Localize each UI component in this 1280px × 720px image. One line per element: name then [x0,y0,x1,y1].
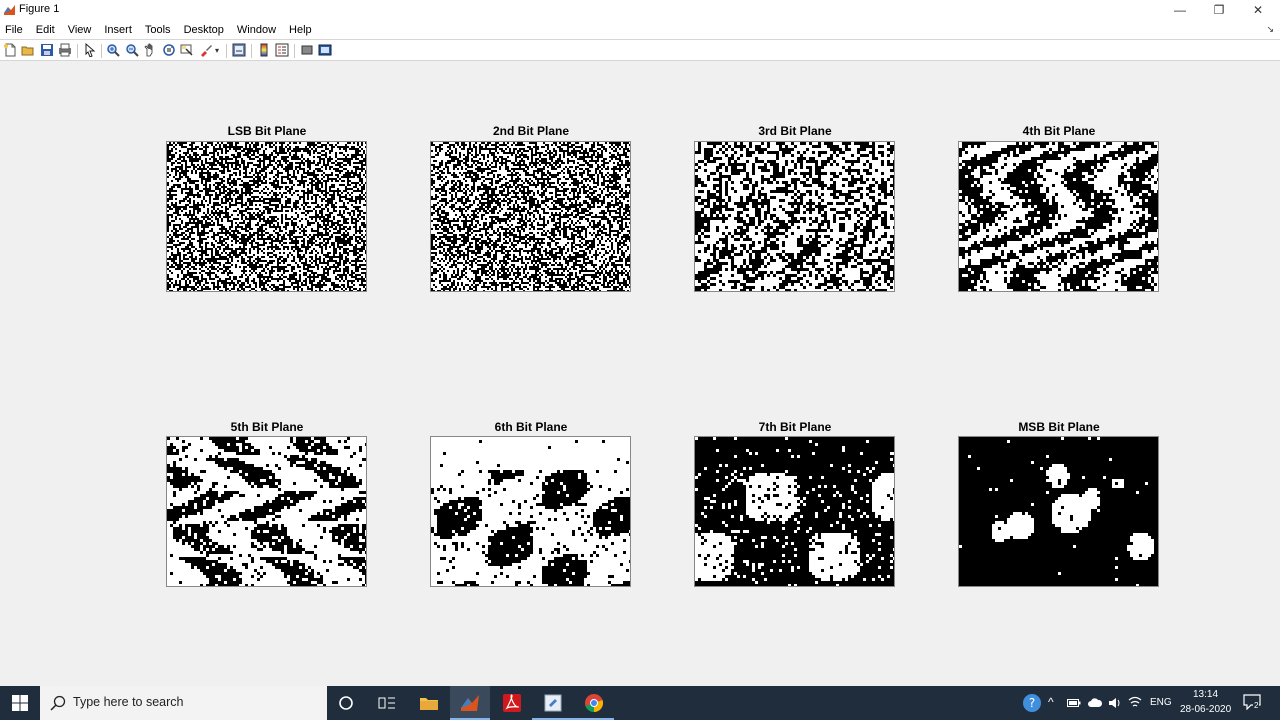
language-indicator[interactable]: ENG [1150,697,1172,708]
menu-bar: File Edit View Insert Tools Desktop Wind… [0,20,1280,39]
menu-insert[interactable]: Insert [104,24,132,36]
toolbar-separator [77,44,78,58]
subplot-title: 7th Bit Plane [758,420,832,434]
toolbar-separator [101,44,102,58]
toolbar-separator [294,44,295,58]
bit-plane-pixels [959,437,1158,586]
onedrive-cloud-icon[interactable] [1087,697,1103,708]
file-explorer-icon[interactable] [417,691,441,715]
bit-plane-image [431,440,630,586]
menu-edit[interactable]: Edit [36,24,55,36]
search-icon [50,695,66,711]
zoom-in-icon[interactable] [106,43,120,57]
subplot-image-axes[interactable] [694,141,895,292]
save-icon[interactable] [40,43,54,57]
help-bubble-icon[interactable]: ? [1020,691,1044,715]
subplot-image-axes[interactable] [694,436,895,587]
menu-window[interactable]: Window [237,24,276,36]
battery-icon[interactable] [1067,698,1081,708]
subplot-image-axes[interactable] [958,436,1159,587]
link-plot-icon[interactable] [232,43,246,57]
menu-tools[interactable]: Tools [145,24,171,36]
close-button[interactable]: ✕ [1238,0,1278,20]
insert-legend-icon[interactable] [275,43,289,57]
matlab-icon [461,695,479,711]
clock-time[interactable]: 13:14 [1193,689,1218,700]
toolbar-separator [226,44,227,58]
select-arrow-icon[interactable] [83,43,97,57]
rotate-3d-icon[interactable] [162,43,176,57]
bit-plane-image [167,142,366,291]
wifi-icon[interactable] [1128,695,1142,709]
bit-plane-image [431,142,630,291]
window-title: Figure 1 [19,3,60,15]
acrobat-icon[interactable] [500,691,524,715]
dock-figure-icon[interactable]: ↘ [1266,24,1274,35]
menu-desktop[interactable]: Desktop [184,24,224,36]
taskbar-search-box[interactable]: Type here to search [40,686,327,720]
new-figure-icon[interactable] [3,43,17,57]
notification-count: 2 [1253,701,1260,710]
subplot-title: LSB Bit Plane [227,124,307,138]
menu-file[interactable]: File [5,24,23,36]
search-placeholder: Type here to search [73,695,184,709]
cortana-icon[interactable] [334,691,358,715]
subplot-image-axes[interactable] [958,141,1159,292]
bit-plane-pixels [167,142,366,291]
windows-logo-icon [12,695,28,711]
clock-date[interactable]: 28-06-2020 [1180,704,1231,715]
brush-icon[interactable] [199,43,213,57]
bit-plane-pixels [695,142,894,291]
chrome-icon[interactable] [582,691,606,715]
bit-plane-image [695,437,894,586]
show-plot-tools-icon[interactable] [318,43,332,57]
subplot-title: 5th Bit Plane [230,420,304,434]
figure-toolbar: ▾ [0,39,1280,61]
minimize-button[interactable]: — [1160,0,1200,20]
hide-plot-tools-icon[interactable] [300,43,314,57]
subplot-image-axes[interactable] [430,436,631,587]
data-cursor-icon[interactable] [180,43,194,57]
show-hidden-icons-icon[interactable]: ^ [1048,695,1054,709]
title-bar[interactable]: Figure 1 — ❐ ✕ [0,0,1280,20]
open-file-icon[interactable] [21,43,35,57]
bit-plane-pixels [959,142,1158,291]
volume-icon[interactable] [1108,696,1122,710]
figure-canvas[interactable]: LSB Bit Plane 2nd Bit Plane 3rd Bit Plane 4… [0,62,1280,686]
print-icon[interactable] [58,43,72,57]
restore-button[interactable]: ❐ [1199,0,1239,20]
bit-plane-image [695,142,894,291]
bit-plane-pixels [167,437,366,586]
bit-plane-pixels [431,440,630,586]
subplot-image-axes[interactable] [166,141,367,292]
menu-view[interactable]: View [68,24,92,36]
figure-window: Figure 1 — ❐ ✕ File Edit View Insert Too… [0,0,1280,686]
menu-help[interactable]: Help [289,24,312,36]
subplot-title: 3rd Bit Plane [758,124,832,138]
toolbar-separator [251,44,252,58]
windows-taskbar: Type here to search ? ^ ENG 13:14 28-06-… [0,686,1280,720]
matlab-logo-icon [4,5,15,15]
subplot-title: 4th Bit Plane [1022,124,1096,138]
subplot-title: 6th Bit Plane [494,420,568,434]
subplot-title: MSB Bit Plane [1018,420,1100,434]
matlab-taskbar-button[interactable] [450,686,490,720]
start-button[interactable] [0,686,40,720]
pan-hand-icon[interactable] [143,43,157,57]
insert-colorbar-icon[interactable] [257,43,271,57]
bit-plane-image [959,437,1158,586]
bit-plane-image [167,437,366,586]
subplot-image-axes[interactable] [430,141,631,292]
subplot-image-axes[interactable] [166,436,367,587]
task-view-icon[interactable] [375,691,399,715]
bit-plane-pixels [431,142,630,291]
action-center-button[interactable]: 2 [1243,694,1263,712]
paint-app-icon[interactable] [541,691,565,715]
bit-plane-image [959,142,1158,291]
subplot-title: 2nd Bit Plane [492,124,569,138]
svg-text:?: ? [1029,696,1035,710]
bit-plane-pixels [695,437,894,586]
zoom-out-icon[interactable] [125,43,139,57]
